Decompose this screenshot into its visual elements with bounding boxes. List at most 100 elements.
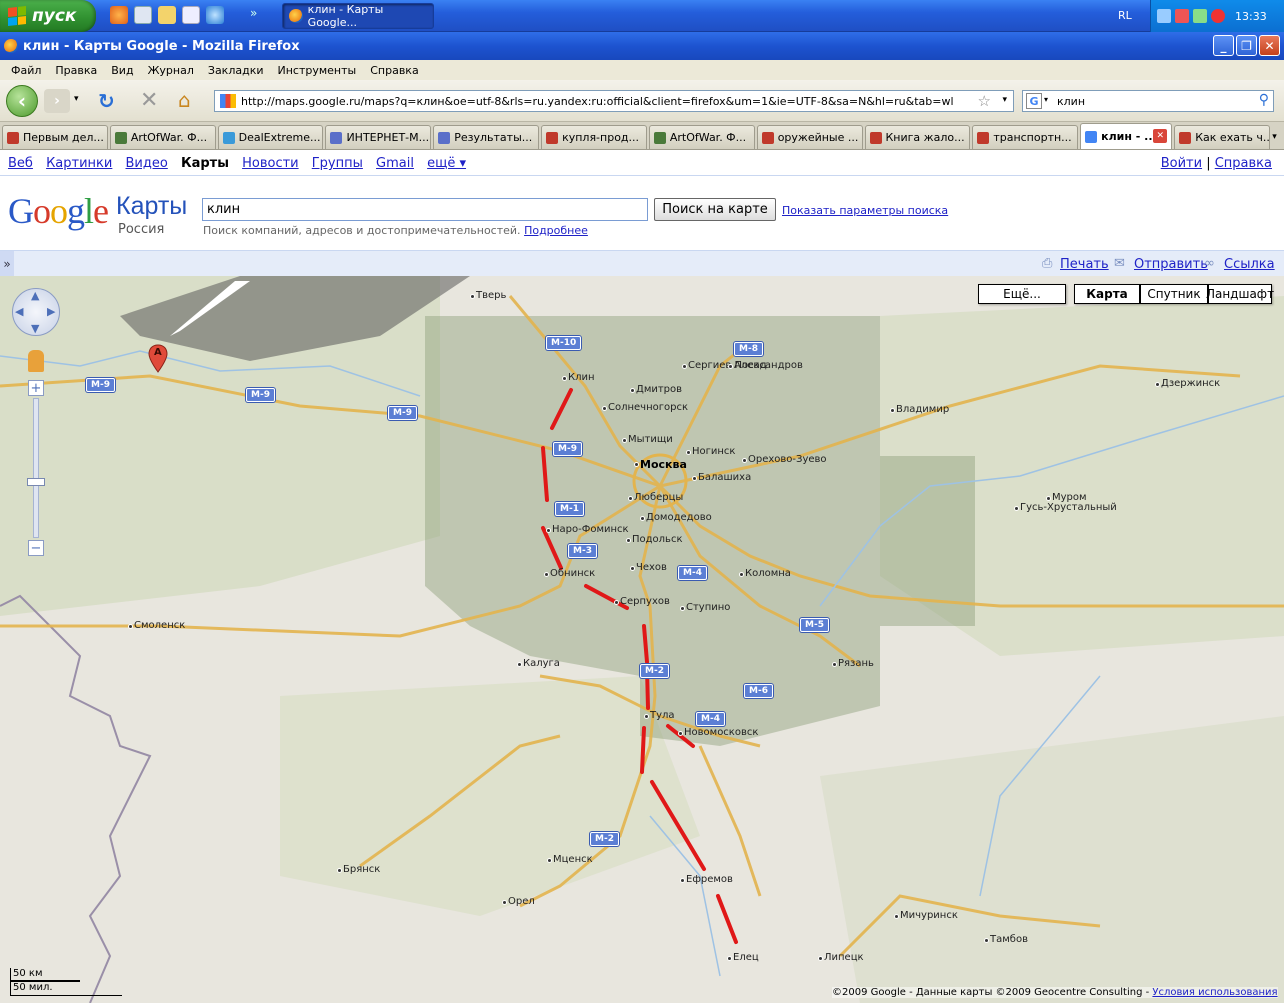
clock[interactable]: 13:33 <box>1235 10 1267 23</box>
bookmark-star-icon[interactable]: ☆ <box>978 92 991 110</box>
search-icon[interactable]: ⚲ <box>1259 92 1269 108</box>
tab[interactable]: Первым дел... <box>2 125 108 149</box>
tab[interactable]: Результаты... <box>433 125 540 149</box>
city-label: Мичуринск <box>900 910 958 921</box>
tab-close-icon[interactable]: ✕ <box>1153 129 1168 143</box>
pan-left-icon[interactable]: ◀ <box>15 305 23 318</box>
city-label: Клин <box>568 372 595 383</box>
menu-history[interactable]: Журнал <box>141 64 201 77</box>
menu-bookmarks[interactable]: Закладки <box>201 64 271 77</box>
city-label: Ефремов <box>686 874 733 885</box>
link-link[interactable]: Ссылка <box>1224 257 1275 272</box>
ie-icon[interactable] <box>206 6 224 24</box>
back-button[interactable]: ‹ <box>6 85 38 117</box>
antivirus-icon[interactable] <box>1211 9 1225 23</box>
gbar-link-video[interactable]: Видео <box>126 156 168 171</box>
tab-favicon-icon <box>7 131 19 144</box>
map-canvas[interactable]: Тверь Клин Сергиев Посад Александров Москва М… <box>0 276 1284 1003</box>
tab[interactable]: DealExtreme... <box>217 125 324 149</box>
tab[interactable]: ИНТЕРНЕТ-М... <box>325 125 432 149</box>
pan-right-icon[interactable]: ▶ <box>47 305 55 318</box>
menu-help[interactable]: Справка <box>363 64 425 77</box>
toggle-panel-button[interactable]: » <box>0 251 14 276</box>
tab-active[interactable]: клин - ... ✕ <box>1080 123 1173 149</box>
gbar-link-gmail[interactable]: Gmail <box>376 156 414 171</box>
minimize-button[interactable]: _ <box>1213 35 1234 56</box>
pan-down-icon[interactable]: ▼ <box>31 322 39 335</box>
pan-control[interactable]: ▲ ▼ ◀ ▶ <box>12 288 60 336</box>
help-link[interactable]: Справка <box>1215 156 1272 171</box>
show-search-options-link[interactable]: Показать параметры поиска <box>782 204 948 217</box>
city-dot <box>546 528 551 533</box>
taskbar-task-firefox[interactable]: клин - Карты Google... <box>282 3 434 29</box>
terms-link[interactable]: Условия использования <box>1152 987 1277 998</box>
menu-file[interactable]: Файл <box>4 64 48 77</box>
zoom-slider-handle[interactable] <box>27 478 45 486</box>
folder-icon[interactable] <box>158 6 176 24</box>
menu-view[interactable]: Вид <box>104 64 140 77</box>
search-map-button[interactable]: Поиск на карте <box>654 198 776 221</box>
security-icon[interactable] <box>1193 9 1207 23</box>
menu-tools[interactable]: Инструменты <box>271 64 364 77</box>
tab[interactable]: купля-прод... <box>541 125 647 149</box>
tab[interactable]: оружейные ... <box>756 125 863 149</box>
map-type-map[interactable]: Карта <box>1074 284 1140 304</box>
gbar-link-news[interactable]: Новости <box>242 156 299 171</box>
road-shield: M-1 <box>555 502 584 516</box>
more-layers-button[interactable]: Ещё... <box>978 284 1066 304</box>
zoom-out-button[interactable]: − <box>28 540 44 556</box>
city-dot <box>470 294 475 299</box>
google-logo[interactable]: Google <box>8 190 109 232</box>
tab[interactable]: Книга жало... <box>864 125 971 149</box>
search-engine-icon[interactable]: G <box>1026 93 1042 109</box>
firefox-icon[interactable] <box>110 6 128 24</box>
gbar-link-images[interactable]: Картинки <box>46 156 112 171</box>
map-type-control: Карта Спутник Ландшафт <box>1074 284 1274 304</box>
network-icon[interactable] <box>1157 9 1171 23</box>
login-link[interactable]: Войти <box>1161 156 1202 171</box>
tab-label: DealExtreme... <box>238 131 321 144</box>
search-engine-dropdown-icon[interactable]: ▾ <box>1044 95 1048 104</box>
search-input[interactable]: клин <box>202 198 648 221</box>
document-icon[interactable] <box>182 6 200 24</box>
tab-label: транспортн... <box>993 131 1072 144</box>
volume-icon[interactable] <box>1175 9 1189 23</box>
hint-more-link[interactable]: Подробнее <box>524 224 588 237</box>
pegman-icon[interactable] <box>28 350 44 372</box>
location-marker[interactable]: A <box>148 344 168 373</box>
send-link[interactable]: Отправить <box>1134 257 1208 272</box>
language-indicator[interactable]: RL <box>1118 9 1132 22</box>
zoom-in-button[interactable]: + <box>28 380 44 396</box>
gbar-link-web[interactable]: Веб <box>8 156 33 171</box>
gbar-link-more[interactable]: ещё ▾ <box>427 156 466 171</box>
history-dropdown-icon[interactable]: ▾ <box>74 94 79 104</box>
window-title-bar[interactable]: клин - Карты Google - Mozilla Firefox _ … <box>0 32 1284 60</box>
notepad-icon[interactable] <box>134 6 152 24</box>
print-link[interactable]: Печать <box>1060 257 1109 272</box>
tab[interactable]: Как ехать ч... <box>1174 125 1271 149</box>
tab[interactable]: транспортн... <box>972 125 1079 149</box>
zoom-slider[interactable] <box>33 398 39 538</box>
gbar-link-groups[interactable]: Группы <box>312 156 363 171</box>
start-button[interactable]: пуск <box>0 0 96 32</box>
tab-list-icon[interactable]: ▾ <box>1272 125 1284 149</box>
road-shield: M-10 <box>546 336 582 350</box>
forward-button[interactable]: › <box>44 89 70 113</box>
url-dropdown-icon[interactable]: ▾ <box>1002 95 1007 105</box>
home-icon[interactable]: ⌂ <box>178 88 191 112</box>
pan-up-icon[interactable]: ▲ <box>31 289 39 302</box>
city-label: Подольск <box>632 534 683 545</box>
close-button[interactable]: ✕ <box>1259 35 1280 56</box>
city-label: Смоленск <box>134 620 186 631</box>
address-bar[interactable]: http://maps.google.ru/maps?q=клин&oe=utf… <box>214 90 1014 112</box>
stop-icon[interactable]: ✕ <box>140 88 158 113</box>
search-bar[interactable]: G ▾ клин ⚲ <box>1022 90 1274 112</box>
menu-edit[interactable]: Правка <box>48 64 104 77</box>
quick-launch-more-icon[interactable]: » <box>250 6 257 20</box>
map-type-satellite[interactable]: Спутник <box>1140 284 1208 304</box>
map-type-terrain[interactable]: Ландшафт <box>1206 284 1274 304</box>
tab[interactable]: ArtOfWar. Ф... <box>648 125 755 149</box>
maximize-button[interactable]: ❐ <box>1236 35 1257 56</box>
tab[interactable]: ArtOfWar. Ф... <box>109 125 216 149</box>
reload-icon[interactable]: ↻ <box>98 89 115 113</box>
